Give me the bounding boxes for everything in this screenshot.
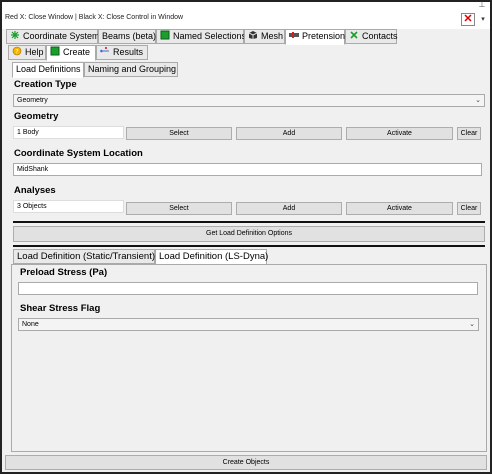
creation-type-value: Geometry — [17, 97, 48, 104]
section-tab-strip: Load Definitions Naming and Grouping — [4, 62, 492, 78]
results-icon — [100, 46, 109, 53]
pretension-icon — [289, 32, 299, 38]
sub-tab-strip: ? Help Create Results — [4, 45, 492, 61]
title-bar: Red X: Close Window | Black X: Close Con… — [2, 1, 490, 29]
load-definition-tab-strip: Load Definition (Static/Transient) Load … — [4, 249, 492, 265]
geometry-clear-button[interactable]: Clear — [457, 127, 481, 140]
tab-results[interactable]: Results — [96, 45, 148, 60]
geometry-label: Geometry — [14, 111, 59, 122]
creation-type-dropdown[interactable]: Geometry ⌄ — [13, 94, 485, 107]
get-load-definition-options-button[interactable]: Get Load Definition Options — [13, 226, 485, 242]
tab-label: Results — [113, 47, 144, 57]
preload-stress-label: Preload Stress (Pa) — [20, 267, 108, 278]
shear-stress-flag-dropdown[interactable]: None ⌄ — [18, 318, 479, 331]
application-window: Red X: Close Window | Black X: Close Con… — [0, 0, 492, 474]
tab-beams[interactable]: Beams (beta) — [98, 29, 156, 44]
named-selection-icon — [160, 30, 170, 40]
tab-help[interactable]: ? Help — [8, 45, 46, 60]
shear-stress-flag-label: Shear Stress Flag — [20, 303, 101, 314]
close-window-button[interactable]: ✕ — [461, 13, 475, 26]
create-icon — [50, 46, 60, 56]
geometry-activate-button[interactable]: Activate — [346, 127, 453, 140]
tab-label: Pretension — [302, 31, 346, 41]
creation-type-label: Creation Type — [14, 79, 77, 90]
tab-label: Mesh — [261, 31, 284, 41]
tab-label: Create — [63, 47, 91, 57]
tab-load-definitions[interactable]: Load Definitions — [12, 62, 84, 78]
tab-label: Named Selections — [173, 31, 247, 41]
tab-load-definition-lsdyna[interactable]: Load Definition (LS-Dyna) — [155, 249, 269, 265]
analyses-clear-button[interactable]: Clear — [457, 202, 481, 215]
tab-coordinate-systems[interactable]: Coordinate Systems — [6, 29, 104, 44]
tab-label: Contacts — [362, 31, 398, 41]
analyses-select-button[interactable]: Select — [126, 202, 232, 215]
tab-label: Beams (beta) — [102, 31, 157, 41]
chevron-down-icon: ⌄ — [469, 321, 475, 328]
tab-label: Load Definition (Static/Transient) — [17, 251, 155, 262]
contacts-icon — [350, 31, 358, 39]
shear-stress-flag-value: None — [22, 321, 39, 328]
geometry-field[interactable]: 1 Body — [13, 126, 124, 139]
tab-label: Help — [25, 47, 44, 57]
menu-dropdown-icon[interactable]: ▾ — [478, 15, 488, 25]
tab-label: Naming and Grouping — [88, 64, 177, 74]
csys-location-label: Coordinate System Location — [14, 148, 143, 159]
geometry-add-button[interactable]: Add — [236, 127, 342, 140]
chevron-down-icon: ⌄ — [475, 97, 481, 104]
main-tab-strip: Coordinate Systems Beams (beta) Named Se… — [4, 29, 492, 45]
csys-location-field[interactable]: MidShank — [13, 163, 482, 176]
tab-load-definition-static[interactable]: Load Definition (Static/Transient) — [13, 249, 155, 264]
analyses-activate-button[interactable]: Activate — [346, 202, 453, 215]
preload-stress-field[interactable] — [18, 282, 478, 295]
pin-icon[interactable]: ⊥ — [478, 1, 486, 9]
analyses-field[interactable]: 3 Objects — [13, 200, 124, 213]
help-icon: ? — [12, 46, 22, 56]
tab-contacts[interactable]: Contacts — [345, 29, 398, 44]
window-title: Red X: Close Window | Black X: Close Con… — [5, 14, 184, 21]
section-divider — [13, 245, 485, 247]
analyses-add-button[interactable]: Add — [236, 202, 342, 215]
tab-naming-and-grouping[interactable]: Naming and Grouping — [84, 62, 178, 77]
svg-text:?: ? — [15, 48, 18, 56]
tab-label: Load Definitions — [16, 64, 81, 74]
coordinate-axes-icon — [11, 31, 19, 39]
create-objects-button[interactable]: Create Objects — [5, 455, 487, 470]
tab-mesh[interactable]: Mesh — [244, 29, 285, 44]
geometry-select-button[interactable]: Select — [126, 127, 232, 140]
tab-named-selections[interactable]: Named Selections — [156, 29, 247, 44]
tab-pretension[interactable]: Pretension — [285, 29, 345, 45]
analyses-label: Analyses — [14, 185, 56, 196]
section-divider — [13, 221, 485, 223]
tab-label: Coordinate Systems — [23, 31, 105, 41]
tab-create[interactable]: Create — [46, 45, 96, 61]
tab-label: Load Definition (LS-Dyna) — [159, 251, 269, 262]
mesh-icon — [248, 31, 258, 39]
